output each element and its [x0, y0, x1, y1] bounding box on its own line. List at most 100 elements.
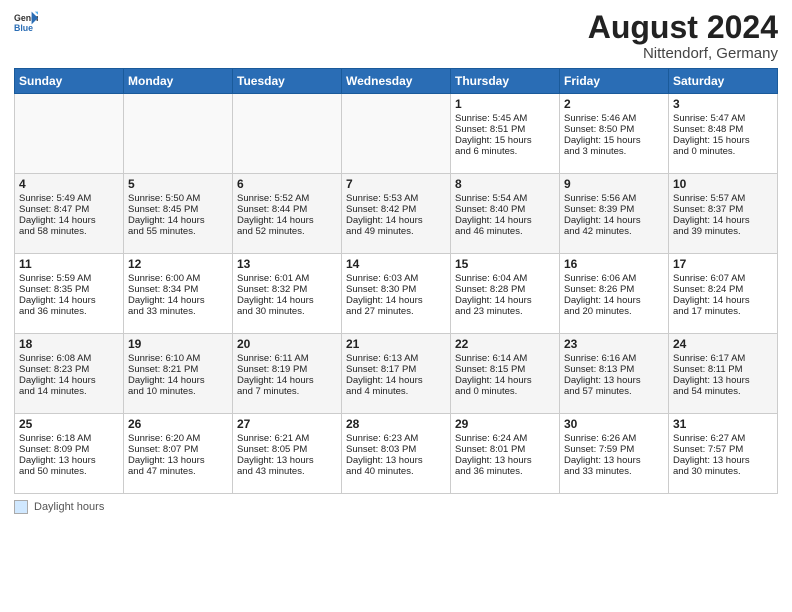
day-info: and 23 minutes. — [455, 306, 555, 317]
day-info: Sunset: 8:37 PM — [673, 204, 773, 215]
day-info: Sunset: 8:09 PM — [19, 444, 119, 455]
day-info: Sunrise: 6:00 AM — [128, 273, 228, 284]
calendar-cell: 20Sunrise: 6:11 AMSunset: 8:19 PMDayligh… — [233, 334, 342, 414]
day-info: Sunrise: 5:56 AM — [564, 193, 664, 204]
day-info: and 4 minutes. — [346, 386, 446, 397]
calendar-cell — [15, 94, 124, 174]
day-number: 29 — [455, 417, 555, 431]
day-info: Sunrise: 6:18 AM — [19, 433, 119, 444]
header: General Blue August 2024 Nittendorf, Ger… — [14, 10, 778, 62]
day-info: Daylight: 14 hours — [19, 295, 119, 306]
day-info: Daylight: 13 hours — [673, 455, 773, 466]
calendar-cell: 12Sunrise: 6:00 AMSunset: 8:34 PMDayligh… — [124, 254, 233, 334]
day-number: 7 — [346, 177, 446, 191]
day-info: Sunset: 8:19 PM — [237, 364, 337, 375]
day-info: Daylight: 14 hours — [346, 215, 446, 226]
day-info: and 27 minutes. — [346, 306, 446, 317]
day-info: Sunrise: 6:03 AM — [346, 273, 446, 284]
generalblue-logo-icon: General Blue — [14, 10, 38, 34]
day-info: Daylight: 13 hours — [455, 455, 555, 466]
day-info: and 55 minutes. — [128, 226, 228, 237]
day-info: Sunrise: 6:27 AM — [673, 433, 773, 444]
calendar-cell: 22Sunrise: 6:14 AMSunset: 8:15 PMDayligh… — [451, 334, 560, 414]
calendar-cell: 15Sunrise: 6:04 AMSunset: 8:28 PMDayligh… — [451, 254, 560, 334]
day-info: Sunset: 8:45 PM — [128, 204, 228, 215]
day-info: and 30 minutes. — [673, 466, 773, 477]
day-info: Sunrise: 5:46 AM — [564, 113, 664, 124]
col-saturday: Saturday — [669, 69, 778, 94]
calendar-cell: 24Sunrise: 6:17 AMSunset: 8:11 PMDayligh… — [669, 334, 778, 414]
day-number: 3 — [673, 97, 773, 111]
calendar-cell: 6Sunrise: 5:52 AMSunset: 8:44 PMDaylight… — [233, 174, 342, 254]
calendar-header-row: Sunday Monday Tuesday Wednesday Thursday… — [15, 69, 778, 94]
location-subtitle: Nittendorf, Germany — [588, 45, 778, 62]
day-info: Sunrise: 6:13 AM — [346, 353, 446, 364]
day-info: and 10 minutes. — [128, 386, 228, 397]
calendar-cell: 28Sunrise: 6:23 AMSunset: 8:03 PMDayligh… — [342, 414, 451, 494]
day-info: Sunset: 8:11 PM — [673, 364, 773, 375]
day-info: Sunset: 8:01 PM — [455, 444, 555, 455]
day-number: 23 — [564, 337, 664, 351]
day-info: Daylight: 13 hours — [564, 375, 664, 386]
day-info: Sunrise: 6:04 AM — [455, 273, 555, 284]
calendar-cell: 30Sunrise: 6:26 AMSunset: 7:59 PMDayligh… — [560, 414, 669, 494]
day-info: Sunset: 8:13 PM — [564, 364, 664, 375]
day-info: and 40 minutes. — [346, 466, 446, 477]
calendar-cell: 1Sunrise: 5:45 AMSunset: 8:51 PMDaylight… — [451, 94, 560, 174]
day-number: 18 — [19, 337, 119, 351]
calendar-cell: 25Sunrise: 6:18 AMSunset: 8:09 PMDayligh… — [15, 414, 124, 494]
day-info: and 49 minutes. — [346, 226, 446, 237]
day-info: Sunrise: 5:53 AM — [346, 193, 446, 204]
calendar-cell: 4Sunrise: 5:49 AMSunset: 8:47 PMDaylight… — [15, 174, 124, 254]
day-number: 25 — [19, 417, 119, 431]
day-info: and 39 minutes. — [673, 226, 773, 237]
day-info: Daylight: 14 hours — [455, 295, 555, 306]
calendar-table: Sunday Monday Tuesday Wednesday Thursday… — [14, 68, 778, 494]
day-info: and 42 minutes. — [564, 226, 664, 237]
day-info: Sunset: 8:23 PM — [19, 364, 119, 375]
day-number: 8 — [455, 177, 555, 191]
day-info: Sunset: 8:26 PM — [564, 284, 664, 295]
day-number: 21 — [346, 337, 446, 351]
col-monday: Monday — [124, 69, 233, 94]
day-number: 12 — [128, 257, 228, 271]
calendar-cell: 19Sunrise: 6:10 AMSunset: 8:21 PMDayligh… — [124, 334, 233, 414]
day-info: and 57 minutes. — [564, 386, 664, 397]
day-info: Daylight: 14 hours — [564, 215, 664, 226]
day-info: Daylight: 13 hours — [346, 455, 446, 466]
day-info: Sunrise: 6:01 AM — [237, 273, 337, 284]
calendar-cell — [233, 94, 342, 174]
day-info: and 14 minutes. — [19, 386, 119, 397]
calendar-cell: 26Sunrise: 6:20 AMSunset: 8:07 PMDayligh… — [124, 414, 233, 494]
day-number: 5 — [128, 177, 228, 191]
day-number: 16 — [564, 257, 664, 271]
day-info: Sunrise: 6:21 AM — [237, 433, 337, 444]
day-number: 19 — [128, 337, 228, 351]
day-info: Sunset: 8:07 PM — [128, 444, 228, 455]
day-info: and 46 minutes. — [455, 226, 555, 237]
calendar-week-row: 18Sunrise: 6:08 AMSunset: 8:23 PMDayligh… — [15, 334, 778, 414]
day-info: Daylight: 14 hours — [455, 215, 555, 226]
day-info: Sunset: 8:42 PM — [346, 204, 446, 215]
footer: Daylight hours — [14, 500, 778, 514]
day-number: 6 — [237, 177, 337, 191]
day-info: Sunset: 8:34 PM — [128, 284, 228, 295]
day-info: Sunset: 8:50 PM — [564, 124, 664, 135]
day-info: Sunrise: 6:20 AM — [128, 433, 228, 444]
calendar-cell: 10Sunrise: 5:57 AMSunset: 8:37 PMDayligh… — [669, 174, 778, 254]
calendar-cell: 5Sunrise: 5:50 AMSunset: 8:45 PMDaylight… — [124, 174, 233, 254]
day-number: 11 — [19, 257, 119, 271]
calendar-cell: 16Sunrise: 6:06 AMSunset: 8:26 PMDayligh… — [560, 254, 669, 334]
day-number: 24 — [673, 337, 773, 351]
day-info: Sunrise: 5:45 AM — [455, 113, 555, 124]
day-info: Sunset: 8:40 PM — [455, 204, 555, 215]
day-info: Daylight: 14 hours — [346, 295, 446, 306]
day-info: Sunset: 8:17 PM — [346, 364, 446, 375]
day-info: Sunrise: 6:07 AM — [673, 273, 773, 284]
day-info: Daylight: 15 hours — [673, 135, 773, 146]
day-info: Sunset: 8:51 PM — [455, 124, 555, 135]
day-info: and 17 minutes. — [673, 306, 773, 317]
calendar-week-row: 1Sunrise: 5:45 AMSunset: 8:51 PMDaylight… — [15, 94, 778, 174]
calendar-cell: 18Sunrise: 6:08 AMSunset: 8:23 PMDayligh… — [15, 334, 124, 414]
day-info: Sunrise: 6:10 AM — [128, 353, 228, 364]
